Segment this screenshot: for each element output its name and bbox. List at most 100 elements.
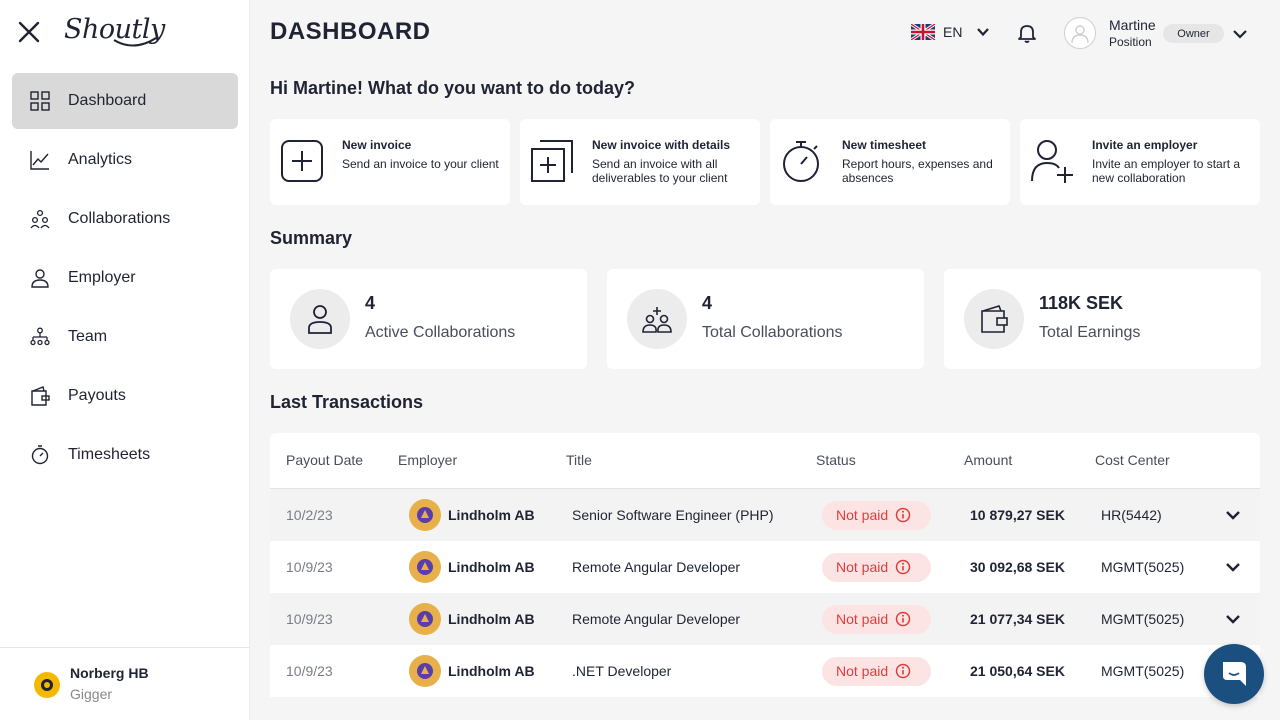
table-row[interactable]: 10/9/23 Lindholm AB Remote Angular Devel… bbox=[270, 593, 1260, 645]
sidebar-item-timesheets[interactable]: Timesheets bbox=[12, 427, 238, 483]
summary-value: 4 bbox=[702, 293, 713, 313]
sidebar-item-label: Analytics bbox=[68, 151, 133, 168]
summary-label: Total Collaborations bbox=[702, 324, 843, 341]
employer-logo-icon bbox=[409, 551, 441, 583]
employer-name: Lindholm AB bbox=[448, 507, 535, 523]
payout-date: 10/9/23 bbox=[286, 611, 333, 627]
new-invoice-card[interactable]: New invoice Send an invoice to your clie… bbox=[270, 119, 510, 205]
chart-line-icon bbox=[30, 151, 49, 170]
column-header[interactable]: Amount bbox=[964, 452, 1012, 468]
sidebar-item-team[interactable]: Team bbox=[12, 309, 238, 365]
status-label: Not paid bbox=[836, 663, 889, 679]
plus-document-icon bbox=[531, 140, 573, 182]
employer-cell: Lindholm AB bbox=[409, 593, 535, 645]
sidebar-nav: Dashboard Analytics Collaborations Emplo… bbox=[12, 73, 238, 486]
sidebar-item-payouts[interactable]: Payouts bbox=[12, 368, 238, 424]
table-row[interactable]: 10/9/23 Lindholm AB .NET Developer Not p… bbox=[270, 645, 1260, 697]
logo-smile-icon bbox=[113, 37, 157, 47]
transactions-table: Payout Date Employer Title Status Amount… bbox=[270, 433, 1260, 697]
sidebar-item-label: Collaborations bbox=[68, 210, 171, 227]
column-header[interactable]: Payout Date bbox=[286, 452, 363, 468]
expand-row-chevron-down-icon[interactable] bbox=[1225, 489, 1241, 541]
wallet-icon bbox=[31, 386, 50, 406]
amount: 30 092,68 SEK bbox=[970, 559, 1065, 575]
collaborations-icon bbox=[627, 289, 687, 349]
sidebar-item-analytics[interactable]: Analytics bbox=[12, 132, 238, 188]
summary-value: 4 bbox=[365, 293, 376, 313]
greeting: Hi Martine! What do you want to do today… bbox=[270, 78, 635, 98]
job-title: Senior Software Engineer (PHP) bbox=[572, 507, 774, 523]
sidebar-item-label: Employer bbox=[68, 269, 136, 286]
column-header[interactable]: Cost Center bbox=[1095, 452, 1170, 468]
expand-row-chevron-down-icon[interactable] bbox=[1225, 541, 1241, 593]
status-cell: Not paid bbox=[822, 593, 931, 645]
language-selector[interactable]: EN bbox=[911, 24, 990, 40]
sidebar: Shoutly Dashboard Analytics Collaboratio… bbox=[0, 0, 250, 720]
page-title: DASHBOARD bbox=[270, 18, 431, 45]
status-label: Not paid bbox=[836, 611, 889, 627]
action-description: Report hours, expenses and absences bbox=[842, 157, 993, 185]
job-title: Remote Angular Developer bbox=[572, 611, 741, 627]
action-description: Send an invoice with all deliverables to… bbox=[592, 157, 728, 185]
person-icon bbox=[290, 289, 350, 349]
company-role: Gigger bbox=[70, 686, 113, 702]
chevron-down-icon bbox=[977, 28, 990, 37]
info-icon[interactable] bbox=[895, 663, 911, 679]
column-header[interactable]: Status bbox=[816, 452, 856, 468]
wallet-icon bbox=[964, 289, 1024, 349]
stopwatch-icon bbox=[31, 445, 49, 465]
close-icon[interactable] bbox=[17, 20, 41, 44]
status-badge: Not paid bbox=[822, 552, 931, 582]
plus-square-icon bbox=[281, 140, 323, 182]
sidebar-item-employer[interactable]: Employer bbox=[12, 250, 238, 306]
quick-actions: New invoice Send an invoice to your clie… bbox=[270, 119, 1260, 205]
user-avatar[interactable] bbox=[1064, 17, 1096, 49]
expand-row-chevron-down-icon[interactable] bbox=[1225, 593, 1241, 645]
summary-title: Summary bbox=[270, 228, 353, 248]
amount: 10 879,27 SEK bbox=[970, 507, 1065, 523]
column-header[interactable]: Employer bbox=[398, 452, 457, 468]
payout-date: 10/9/23 bbox=[286, 663, 333, 679]
table-row[interactable]: 10/2/23 Lindholm AB Senior Software Engi… bbox=[270, 489, 1260, 541]
info-icon[interactable] bbox=[895, 507, 911, 523]
column-header[interactable]: Title bbox=[566, 452, 592, 468]
status-badge: Not paid bbox=[822, 604, 931, 634]
user-menu-chevron-down-icon[interactable] bbox=[1232, 27, 1248, 41]
team-icon bbox=[30, 327, 50, 346]
user-name: Martine bbox=[1109, 17, 1156, 33]
company-name: Norberg HB bbox=[70, 665, 149, 681]
table-row[interactable]: 10/9/23 Lindholm AB Remote Angular Devel… bbox=[270, 541, 1260, 593]
new-invoice-details-card[interactable]: New invoice with details Send an invoice… bbox=[520, 119, 760, 205]
sidebar-item-collaborations[interactable]: Collaborations bbox=[12, 191, 238, 247]
language-label: EN bbox=[943, 24, 963, 40]
info-icon[interactable] bbox=[895, 611, 911, 627]
employer-icon bbox=[31, 269, 49, 288]
info-icon[interactable] bbox=[895, 559, 911, 575]
chat-button[interactable] bbox=[1204, 644, 1264, 704]
sidebar-item-dashboard[interactable]: Dashboard bbox=[12, 73, 238, 129]
employer-logo-icon bbox=[409, 603, 441, 635]
uk-flag-icon bbox=[911, 24, 935, 40]
sidebar-item-label: Payouts bbox=[68, 387, 126, 404]
stopwatch-icon bbox=[783, 141, 819, 182]
action-title: New invoice with details bbox=[592, 138, 731, 152]
account-switcher[interactable]: Norberg HB Gigger bbox=[0, 647, 250, 720]
user-position: Position bbox=[1109, 35, 1152, 49]
company-avatar bbox=[34, 672, 60, 698]
table-header: Payout Date Employer Title Status Amount… bbox=[270, 433, 1260, 489]
invite-employer-card[interactable]: Invite an employer Invite an employer to… bbox=[1020, 119, 1260, 205]
status-label: Not paid bbox=[836, 559, 889, 575]
employer-name: Lindholm AB bbox=[448, 611, 535, 627]
notifications-bell-icon[interactable] bbox=[1016, 22, 1038, 44]
employer-name: Lindholm AB bbox=[448, 559, 535, 575]
grid-icon bbox=[30, 91, 50, 111]
status-badge: Not paid bbox=[822, 656, 931, 686]
action-title: Invite an employer bbox=[1092, 138, 1198, 152]
amount: 21 077,34 SEK bbox=[970, 611, 1065, 627]
summary-label: Total Earnings bbox=[1039, 324, 1141, 341]
sidebar-item-label: Dashboard bbox=[68, 92, 147, 109]
amount: 21 050,64 SEK bbox=[970, 663, 1065, 679]
payout-date: 10/9/23 bbox=[286, 559, 333, 575]
new-timesheet-card[interactable]: New timesheet Report hours, expenses and… bbox=[770, 119, 1010, 205]
chat-icon bbox=[1223, 662, 1246, 686]
